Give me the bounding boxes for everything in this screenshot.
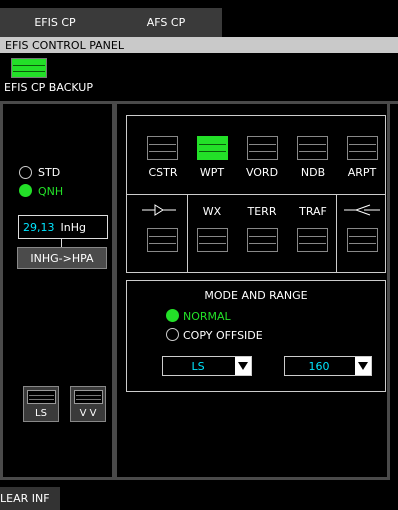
normal-label: NORMAL: [183, 310, 231, 323]
adf-vor-1-key[interactable]: [147, 228, 178, 252]
traf-key[interactable]: [297, 228, 328, 252]
terr-key[interactable]: [247, 228, 278, 252]
indicator-line: [13, 65, 45, 66]
baro-unit: InHg: [60, 220, 86, 234]
inhg-hpa-button[interactable]: INHG->HPA: [17, 247, 107, 269]
wpt-label: WPT: [199, 166, 225, 179]
wpt-key[interactable]: [197, 136, 228, 160]
efis-cp-backup-button[interactable]: [11, 58, 47, 78]
cstr-label: CSTR: [148, 166, 178, 179]
arpt-key[interactable]: [347, 136, 378, 160]
vor-adf-2-icon: [344, 203, 380, 217]
qnh-radio[interactable]: [19, 184, 32, 197]
connector-line: [61, 239, 62, 247]
column-divider: [112, 104, 117, 480]
tab-afs-cp[interactable]: AFS CP: [110, 8, 222, 37]
vor-adf-1-icon: [142, 203, 176, 217]
efis-cp-backup-label: EFIS CP BACKUP: [4, 81, 93, 94]
vv-label: V V: [79, 408, 97, 419]
copy-offside-label: COPY OFFSIDE: [183, 329, 263, 342]
copy-offside-radio[interactable]: [166, 328, 179, 341]
ndb-key[interactable]: [297, 136, 328, 160]
std-label: STD: [38, 166, 61, 179]
baro-setting-field[interactable]: 29,13 InHg: [18, 215, 108, 239]
wx-key[interactable]: [197, 228, 228, 252]
mode-dropdown[interactable]: LS: [162, 356, 252, 376]
qnh-label: QNH: [38, 185, 64, 198]
chevron-down-icon: [355, 357, 371, 375]
panel-title: EFIS CONTROL PANEL: [0, 37, 398, 53]
baro-value: 29,13: [23, 220, 55, 234]
vord-key[interactable]: [247, 136, 278, 160]
vv-button[interactable]: V V: [70, 386, 106, 422]
arpt-label: ARPT: [347, 166, 377, 179]
chevron-down-icon: [235, 357, 251, 375]
range-dropdown[interactable]: 160: [284, 356, 372, 376]
range-value: 160: [308, 359, 330, 373]
indicator-line: [13, 71, 45, 72]
ls-button[interactable]: LS: [23, 386, 59, 422]
vord-label: VORD: [245, 166, 279, 179]
traf-label: TRAF: [299, 205, 327, 218]
cstr-key[interactable]: [147, 136, 178, 160]
divider: [126, 194, 386, 195]
wx-label: WX: [202, 205, 222, 218]
mode-range-title: MODE AND RANGE: [204, 289, 308, 302]
clear-info-button[interactable]: LEAR INF: [0, 487, 60, 510]
normal-radio[interactable]: [166, 309, 179, 322]
terr-label: TERR: [247, 205, 277, 218]
mode-value: LS: [191, 359, 205, 373]
ls-label: LS: [35, 408, 47, 419]
adf-vor-2-key[interactable]: [347, 228, 378, 252]
ndb-label: NDB: [300, 166, 326, 179]
std-radio[interactable]: [19, 166, 32, 179]
tab-efis-cp[interactable]: EFIS CP: [0, 8, 110, 37]
